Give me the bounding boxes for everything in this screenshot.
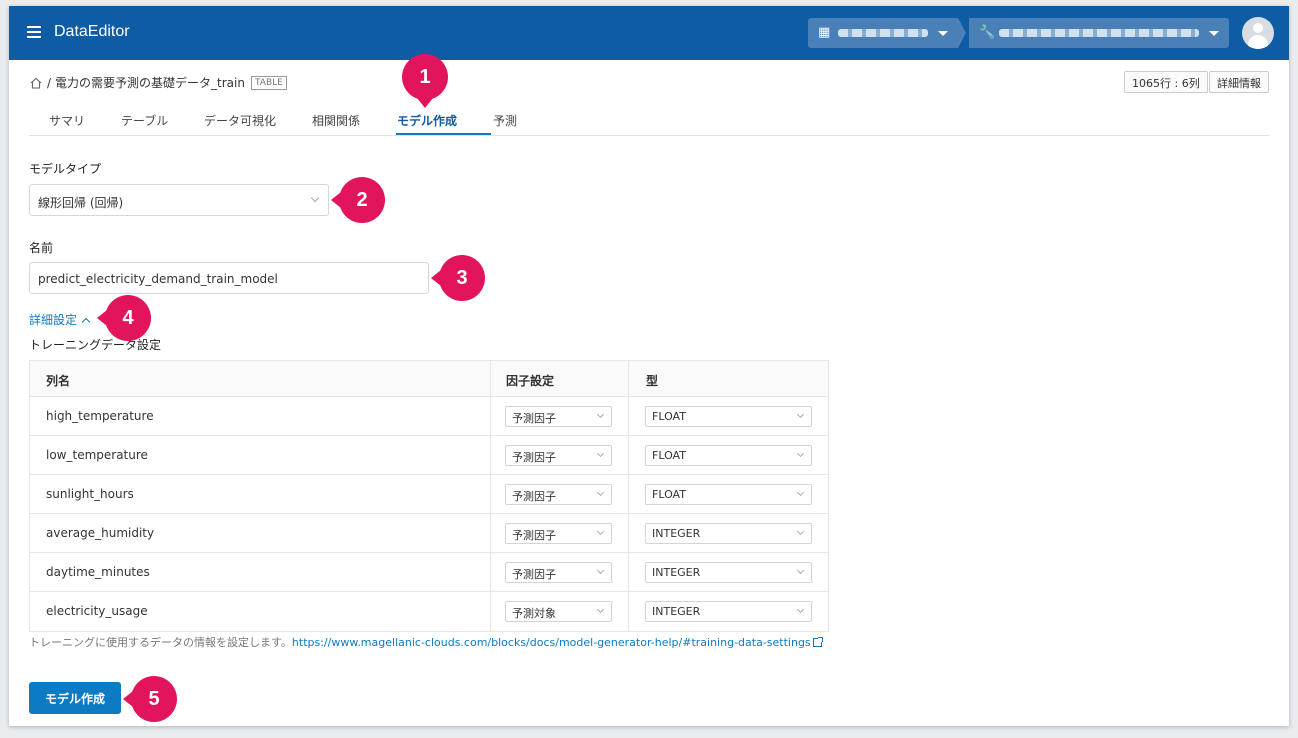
top-bar: DataEditor ▦ 🔧: [9, 6, 1289, 60]
advanced-settings-toggle[interactable]: 詳細設定: [29, 311, 91, 328]
column-header-factor: 因子設定: [506, 374, 555, 388]
name-label: 名前: [29, 241, 54, 255]
home-icon[interactable]: [29, 76, 43, 90]
model-name-input[interactable]: predict_electricity_demand_train_model: [29, 262, 429, 294]
table-row: average_humidity 予測因子 INTEGER: [30, 514, 828, 553]
callout-badge: 4: [97, 295, 151, 341]
tab-bar: サマリ テーブル データ可視化 相関関係 モデル作成 予測: [29, 108, 1269, 136]
callout-badge: 5: [123, 676, 177, 722]
breadcrumb: / 電力の需要予測の基礎データ_train TABLE: [29, 74, 287, 91]
chevron-down-icon: [796, 410, 805, 419]
avatar[interactable]: [1242, 17, 1274, 49]
type-select[interactable]: INTEGER: [645, 601, 812, 622]
tab-visualization[interactable]: データ可視化: [204, 112, 276, 129]
caret-down-icon: [1209, 31, 1219, 36]
details-button[interactable]: 詳細情報: [1209, 71, 1269, 93]
tab-summary[interactable]: サマリ: [49, 112, 85, 129]
factor-select[interactable]: 予測対象: [505, 601, 612, 622]
chevron-down-icon: [596, 566, 605, 575]
active-tab-indicator: [396, 133, 491, 135]
table-header: 列名 因子設定 型: [30, 361, 828, 397]
chevron-down-icon: [596, 605, 605, 614]
chevron-down-icon: [596, 488, 605, 497]
model-type-value: 線形回帰 (回帰): [38, 196, 124, 210]
table-type-badge: TABLE: [250, 75, 287, 90]
type-select[interactable]: FLOAT: [645, 406, 812, 427]
rows-cols-badge: 1065行 : 6列: [1124, 71, 1208, 93]
organization-name-redacted: [838, 29, 928, 37]
column-name: average_humidity: [46, 526, 155, 540]
table-row: high_temperature 予測因子 FLOAT: [30, 397, 828, 436]
callout-badge: 1: [402, 54, 448, 108]
column-name: electricity_usage: [46, 604, 148, 618]
advanced-settings-label: 詳細設定: [29, 313, 78, 327]
column-header-type: 型: [646, 374, 659, 388]
chevron-down-icon: [796, 566, 805, 575]
external-link-icon: [812, 637, 823, 647]
training-data-label: トレーニングデータ設定: [29, 338, 162, 352]
factor-select[interactable]: 予測因子: [505, 562, 612, 583]
column-name: sunlight_hours: [46, 487, 134, 501]
factor-select[interactable]: 予測因子: [505, 523, 612, 544]
chevron-down-icon: [796, 488, 805, 497]
breadcrumb-separator: /: [47, 75, 52, 90]
tab-model-creation[interactable]: モデル作成: [397, 112, 457, 129]
tab-prediction[interactable]: 予測: [493, 112, 517, 129]
menu-icon[interactable]: [27, 26, 41, 38]
training-data-table: 列名 因子設定 型 high_temperature 予測因子 FLOAT lo…: [29, 360, 829, 632]
factor-select[interactable]: 予測因子: [505, 484, 612, 505]
model-type-label: モデルタイプ: [29, 162, 102, 176]
organization-select[interactable]: ▦: [808, 18, 958, 48]
column-name: daytime_minutes: [46, 565, 150, 579]
chevron-down-icon: [596, 410, 605, 419]
chevron-down-icon: [796, 527, 805, 536]
type-select[interactable]: FLOAT: [645, 445, 812, 466]
factor-select[interactable]: 予測因子: [505, 445, 612, 466]
factor-select[interactable]: 予測因子: [505, 406, 612, 427]
callout-badge: 2: [331, 177, 385, 223]
app-title: DataEditor: [54, 23, 130, 40]
project-select[interactable]: 🔧: [969, 18, 1229, 48]
chevron-down-icon: [596, 527, 605, 536]
type-select[interactable]: INTEGER: [645, 523, 812, 544]
chevron-up-icon: [81, 317, 91, 327]
chevron-down-icon: [596, 449, 605, 458]
wrench-icon: 🔧: [979, 25, 996, 40]
chevron-down-icon: [796, 605, 805, 614]
chevron-down-icon: [310, 193, 320, 203]
table-row: low_temperature 予測因子 FLOAT: [30, 436, 828, 475]
callout-badge: 3: [431, 255, 485, 301]
project-name-redacted: [999, 29, 1199, 37]
app-window: DataEditor ▦ 🔧 / 電力の需要予測の基礎データ_train TAB…: [9, 6, 1289, 726]
create-model-button[interactable]: モデル作成: [29, 682, 121, 714]
building-icon: ▦: [818, 25, 831, 40]
type-select[interactable]: FLOAT: [645, 484, 812, 505]
selector-separator: [958, 18, 966, 48]
column-name: high_temperature: [46, 409, 154, 423]
tab-table[interactable]: テーブル: [121, 112, 168, 129]
column-header-name: 列名: [46, 374, 71, 388]
tab-correlation[interactable]: 相関関係: [312, 112, 360, 129]
table-row: daytime_minutes 予測因子 INTEGER: [30, 553, 828, 592]
dataset-name: 電力の需要予測の基礎データ_train: [55, 76, 245, 90]
type-select[interactable]: INTEGER: [645, 562, 812, 583]
help-link[interactable]: https://www.magellanic-clouds.com/blocks…: [292, 636, 811, 649]
table-row: sunlight_hours 予測因子 FLOAT: [30, 475, 828, 514]
column-name: low_temperature: [46, 448, 148, 462]
chevron-down-icon: [796, 449, 805, 458]
help-text: トレーニングに使用するデータの情報を設定します。https://www.mage…: [29, 634, 823, 650]
table-row: electricity_usage 予測対象 INTEGER: [30, 592, 828, 631]
caret-down-icon: [938, 31, 948, 36]
model-type-select[interactable]: 線形回帰 (回帰): [29, 184, 329, 216]
